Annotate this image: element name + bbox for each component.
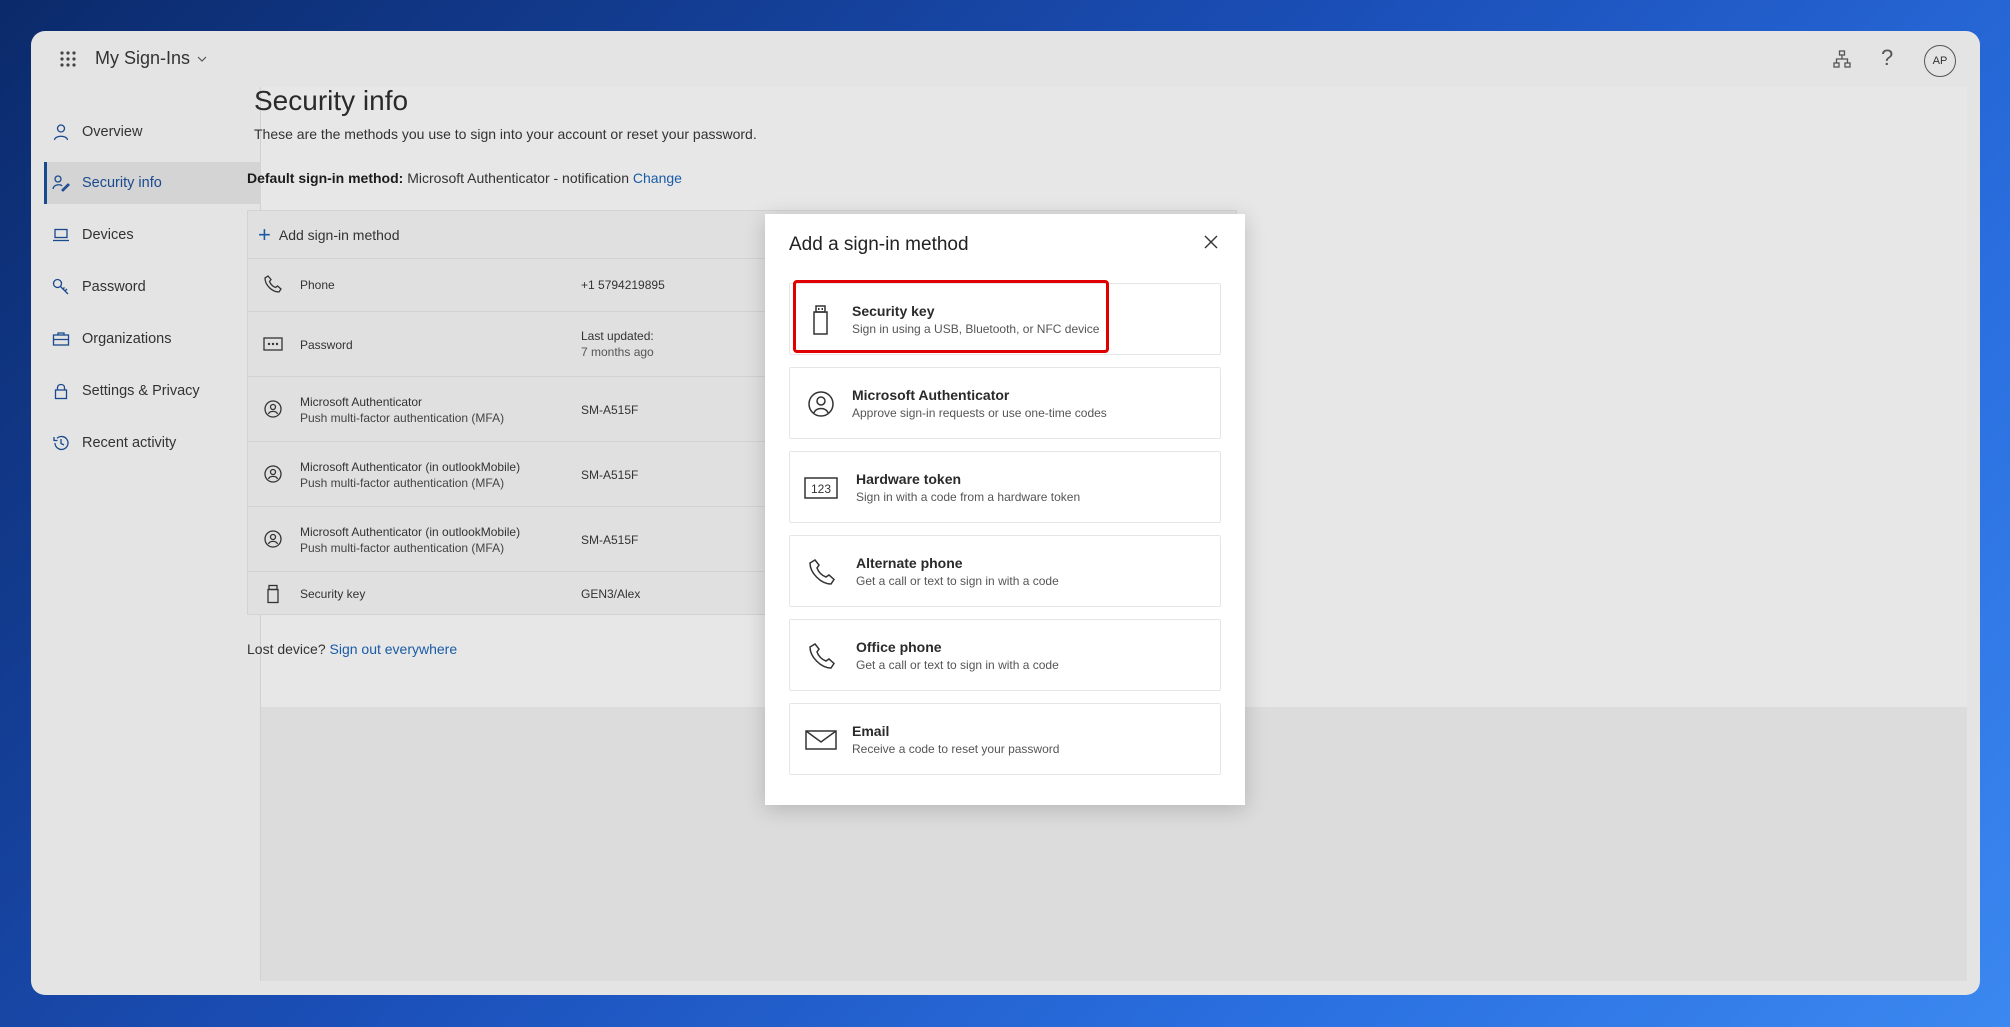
option-alternate-phone[interactable]: Alternate phone Get a call or text to si… (789, 535, 1221, 607)
method-value: +1 5794219895 (581, 278, 665, 292)
option-name: Security key (852, 303, 935, 319)
default-method: Default sign-in method: Microsoft Authen… (247, 170, 682, 186)
nav-item-recent-activity[interactable]: Recent activity (44, 422, 261, 464)
person-icon (53, 124, 69, 141)
nav-item-overview[interactable]: Overview (44, 111, 261, 153)
method-name: Microsoft Authenticator (in outlookMobil… (300, 460, 521, 474)
option-name: Email (852, 723, 890, 739)
hardware-token-icon: 123 (804, 477, 838, 499)
add-sign-in-method-label: Add sign-in method (278, 227, 400, 243)
method-value: SM-A515F (581, 533, 639, 547)
lost-device: Lost device? Sign out everywhere (247, 641, 457, 657)
method-name: Phone (300, 278, 335, 292)
change-default-link[interactable]: Change (633, 170, 682, 186)
method-name: Microsoft Authenticator (300, 395, 423, 409)
nav-item-label: Settings & Privacy (82, 383, 200, 399)
authenticator-icon (264, 530, 282, 548)
top-bar: My Sign-Ins ? AP (31, 31, 1980, 87)
lost-device-label: Lost device? (247, 641, 326, 657)
nav-item-organizations[interactable]: Organizations (44, 318, 261, 360)
method-value: SM-A515F (581, 468, 639, 482)
page-subtitle: These are the methods you use to sign in… (254, 126, 757, 142)
nav-item-label: Overview (82, 124, 143, 140)
password-icon (263, 337, 283, 351)
option-name: Hardware token (856, 471, 962, 487)
option-security-key[interactable]: Security key Sign in using a USB, Blueto… (789, 283, 1221, 355)
authenticator-icon (264, 465, 282, 483)
option-hardware-token[interactable]: 123 Hardware token Sign in with a code f… (789, 451, 1221, 523)
dialog-title: Add a sign-in method (789, 234, 969, 255)
sign-out-everywhere-link[interactable]: Sign out everywhere (330, 641, 458, 657)
lock-icon (54, 383, 68, 400)
chevron-down-icon (197, 56, 207, 62)
mail-icon (805, 730, 837, 750)
plus-icon: + (258, 222, 271, 247)
help-icon[interactable]: ? (1881, 45, 1893, 71)
option-description: Sign in with a code from a hardware toke… (856, 490, 1081, 504)
option-description: Get a call or text to sign in with a cod… (856, 574, 1059, 588)
phone-icon (809, 643, 835, 669)
method-detail: Push multi-factor authentication (MFA) (300, 541, 505, 555)
organization-icon[interactable] (1832, 49, 1852, 69)
hardware-token-icon-text: 123 (811, 482, 831, 496)
method-detail: Push multi-factor authentication (MFA) (300, 476, 505, 490)
option-description: Get a call or text to sign in with a cod… (856, 658, 1059, 672)
option-name: Alternate phone (856, 555, 963, 571)
option-office-phone[interactable]: Office phone Get a call or text to sign … (789, 619, 1221, 691)
usb-key-icon (813, 305, 828, 335)
left-nav: Overview Security info Devices Password … (44, 87, 261, 981)
nav-item-password[interactable]: Password (44, 266, 261, 308)
default-method-label: Default sign-in method: (247, 170, 404, 186)
nav-item-settings-privacy[interactable]: Settings & Privacy (44, 370, 261, 412)
history-icon (53, 435, 69, 451)
method-value: Last updated: (581, 329, 654, 343)
method-value: SM-A515F (581, 403, 639, 417)
default-method-value: Microsoft Authenticator - notification (407, 170, 629, 186)
nav-item-security-info[interactable]: Security info (44, 162, 261, 204)
nav-item-label: Recent activity (82, 435, 177, 451)
add-sign-in-method-button[interactable]: + Add sign-in method (258, 223, 400, 247)
avatar[interactable]: AP (1924, 45, 1956, 77)
close-icon[interactable] (1203, 234, 1219, 250)
option-description: Approve sign-in requests or use one-time… (852, 406, 1107, 420)
app-launcher-icon[interactable] (59, 50, 77, 68)
app-title-label: My Sign-Ins (95, 48, 191, 68)
option-email[interactable]: Email Receive a code to reset your passw… (789, 703, 1221, 775)
option-name: Microsoft Authenticator (852, 387, 1010, 403)
method-name: Security key (300, 587, 366, 601)
authenticator-icon (264, 400, 282, 418)
option-description: Sign in using a USB, Bluetooth, or NFC d… (852, 322, 1100, 336)
nav-item-label: Organizations (82, 331, 172, 347)
method-detail: Push multi-factor authentication (MFA) (300, 411, 505, 425)
authenticator-icon (808, 391, 834, 417)
nav-item-devices[interactable]: Devices (44, 214, 261, 256)
app-title[interactable]: My Sign-Ins (95, 48, 208, 69)
method-value-secondary: 7 months ago (581, 345, 654, 359)
method-name: Password (300, 338, 353, 352)
add-sign-in-method-dialog: Add a sign-in method Security key Sign i… (765, 214, 1245, 805)
briefcase-icon (52, 332, 70, 346)
option-microsoft-authenticator[interactable]: Microsoft Authenticator Approve sign-in … (789, 367, 1221, 439)
option-name: Office phone (856, 639, 942, 655)
option-description: Receive a code to reset your password (852, 742, 1060, 756)
phone-icon (264, 275, 282, 293)
usb-key-icon (267, 584, 279, 604)
key-icon (52, 278, 69, 295)
method-value: GEN3/Alex (581, 587, 641, 601)
security-info-icon (52, 175, 70, 192)
phone-icon (809, 559, 835, 585)
nav-item-label: Devices (82, 227, 134, 243)
nav-item-label: Security info (82, 175, 162, 191)
laptop-icon (53, 228, 69, 242)
nav-item-label: Password (82, 279, 146, 295)
method-name: Microsoft Authenticator (in outlookMobil… (300, 525, 521, 539)
page-title: Security info (254, 85, 409, 116)
